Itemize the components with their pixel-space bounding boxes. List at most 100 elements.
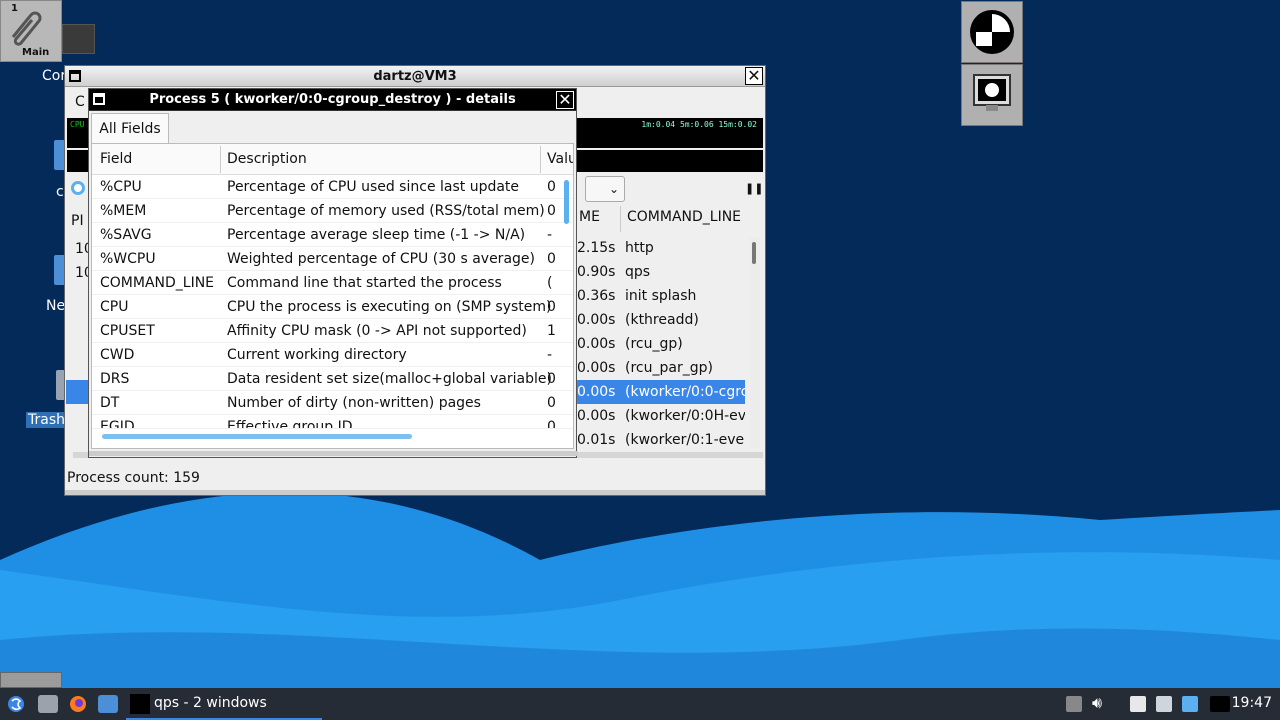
cell-command: (kthreadd)	[625, 312, 699, 328]
file-manager-icon[interactable]	[38, 695, 58, 713]
table-row[interactable]: CWD Current working directory -	[92, 343, 573, 367]
cell-description: Percentage of memory used (RSS/total mem…	[227, 203, 545, 219]
scrollbar-thumb[interactable]	[564, 180, 569, 224]
radio-button[interactable]	[71, 181, 85, 195]
cell-value: -	[547, 347, 553, 363]
tab-all-fields[interactable]: All Fields	[91, 113, 169, 143]
table-row[interactable]: DRS Data resident set size(malloc+global …	[92, 367, 573, 391]
cell-value: (	[547, 275, 553, 291]
table-row[interactable]: %MEM Percentage of memory used (RSS/total…	[92, 199, 573, 223]
monitor-icon	[973, 74, 1011, 111]
main-window-titlebar[interactable]: dartz@VM3 ✕	[65, 66, 765, 87]
details-fields-table: Field Description Valu %CPU Percentage of…	[91, 143, 574, 449]
window-bottom-scrollbar[interactable]	[65, 490, 765, 495]
cell-value: 1	[547, 323, 556, 339]
details-vscrollbar[interactable]	[562, 177, 570, 407]
dialog-bottom-edge	[89, 451, 578, 456]
filter-dropdown[interactable]: ⌄	[585, 176, 625, 202]
start-menu-icon[interactable]	[6, 695, 26, 713]
column-header-value[interactable]: Valu	[547, 151, 573, 167]
details-hscrollbar[interactable]	[102, 434, 412, 439]
pager-workspace-2[interactable]	[62, 24, 95, 54]
table-row[interactable]: CPUSET Affinity CPU mask (0 -> API not su…	[92, 319, 573, 343]
menu-item-partial[interactable]: C	[75, 94, 85, 110]
column-separator	[220, 146, 221, 173]
cell-field: COMMAND_LINE	[100, 275, 215, 291]
column-header-description[interactable]: Description	[227, 151, 307, 167]
column-header-field[interactable]: Field	[100, 151, 132, 167]
table-row[interactable]: 0.00s (kworker/0:0H-ev	[577, 404, 745, 428]
cell-value: -	[547, 227, 553, 243]
table-row[interactable]: 2.15s http	[577, 236, 745, 260]
cell-command: (kworker/0:1-ever	[625, 432, 745, 448]
column-separator	[620, 206, 621, 232]
tray-terminal-icon[interactable]	[1210, 696, 1230, 712]
volume-icon[interactable]: 🔊︎	[1092, 693, 1102, 713]
close-icon[interactable]: ✕	[556, 91, 574, 109]
update-notifier-icon[interactable]	[1182, 696, 1198, 712]
table-row[interactable]: %SAVG Percentage average sleep time (-1 -…	[92, 223, 573, 247]
taskbar: qps - 2 windows 🔊︎ 19:47	[0, 688, 1280, 720]
pause-icon[interactable]: ❚❚	[745, 182, 763, 195]
pager-desktop-name: Main	[22, 47, 50, 58]
cell-description: Percentage of CPU used since last update	[227, 179, 520, 195]
cell-value: 0	[547, 299, 556, 315]
cell-description: Number of dirty (non-written) pages	[227, 395, 481, 411]
workspace-pager[interactable]: 1 Main	[0, 0, 62, 62]
cell-command: qps	[625, 264, 651, 280]
cell-description: Current working directory	[227, 347, 407, 363]
table-row[interactable]: 0.00s (rcu_gp)	[577, 332, 745, 356]
cell-field: DT	[100, 395, 120, 411]
desktop-icon-label[interactable]: Trash	[26, 412, 67, 428]
pager-preview[interactable]	[0, 672, 62, 688]
window-menu-icon[interactable]	[93, 93, 105, 105]
scrollbar-thumb[interactable]	[752, 242, 756, 264]
cell-time: 0.00s	[577, 360, 616, 376]
column-header-command-line[interactable]: COMMAND_LINE	[627, 209, 741, 225]
firefox-icon[interactable]	[68, 695, 88, 713]
cell-field: EGID	[100, 419, 135, 429]
cell-value: 0	[547, 419, 556, 429]
taskbar-task-qps[interactable]: qps - 2 windows	[126, 688, 322, 720]
table-row[interactable]: DT Number of dirty (non-written) pages 0	[92, 391, 573, 415]
desktop-icon-label: Cor	[42, 68, 67, 84]
dock-monitor-icon[interactable]	[961, 64, 1023, 126]
table-row-selected[interactable]: 0.00s (kworker/0:0-cgrc	[577, 380, 745, 404]
tray-window-icon[interactable]	[1156, 696, 1172, 712]
main-window-title: dartz@VM3	[373, 69, 457, 84]
process-details-dialog[interactable]: Process 5 ( kworker/0:0-cgroup_destroy )…	[88, 88, 578, 458]
show-desktop-icon[interactable]	[98, 695, 118, 713]
cell-command: (kworker/0:0H-ev	[625, 408, 745, 424]
table-row[interactable]: COMMAND_LINE Command line that started th…	[92, 271, 573, 295]
tray-scroll-icon[interactable]	[1066, 696, 1082, 712]
column-header-time[interactable]: ME	[579, 209, 600, 225]
dock-app-icon[interactable]	[961, 1, 1023, 63]
close-icon[interactable]: ✕	[745, 67, 763, 85]
column-separator	[540, 146, 541, 173]
cell-time: 0.90s	[577, 264, 616, 280]
table-row[interactable]: %WCPU Weighted percentage of CPU (30 s av…	[92, 247, 573, 271]
details-dialog-titlebar[interactable]: Process 5 ( kworker/0:0-cgroup_destroy )…	[89, 89, 576, 111]
clipboard-icon[interactable]	[1130, 696, 1146, 712]
circle-logo-icon	[970, 10, 1014, 54]
cell-field: CPU	[100, 299, 129, 315]
table-row[interactable]: 0.90s qps	[577, 260, 745, 284]
desktop-icon-label: Ne	[46, 298, 66, 314]
window-menu-icon[interactable]	[69, 70, 81, 82]
table-row[interactable]: CPU CPU the process is executing on (SMP …	[92, 295, 573, 319]
table-row[interactable]: 0.36s init splash	[577, 284, 745, 308]
table-row[interactable]: 0.00s (rcu_par_gp)	[577, 356, 745, 380]
cell-value: 0	[547, 371, 556, 387]
table-row[interactable]: 0.00s (kthreadd)	[577, 308, 745, 332]
cell-field: %WCPU	[100, 251, 156, 267]
table-row[interactable]: EGID Effective group ID 0	[92, 415, 573, 429]
cell-description: Effective group ID	[227, 419, 353, 429]
table-row[interactable]: %CPU Percentage of CPU used since last up…	[92, 175, 573, 199]
cell-value: 0	[547, 203, 556, 219]
cell-description: Data resident set size(malloc+global var…	[227, 371, 552, 387]
table-row[interactable]: 0.01s (kworker/0:1-ever	[577, 428, 745, 448]
paperclip-icon	[11, 11, 42, 46]
taskbar-clock[interactable]: 19:47	[1232, 695, 1272, 711]
cell-description: Percentage average sleep time (-1 -> N/A…	[227, 227, 526, 243]
process-table-vscrollbar[interactable]	[750, 238, 760, 448]
